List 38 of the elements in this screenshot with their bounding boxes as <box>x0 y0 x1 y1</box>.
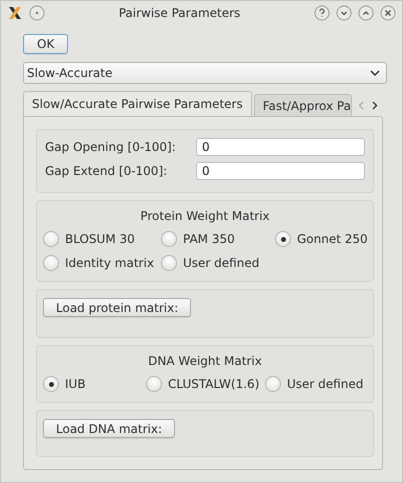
tab[interactable]: Fast/Approx Pa <box>254 94 352 116</box>
app-logo-icon <box>7 4 23 20</box>
load-protein-button[interactable]: Load protein matrix: <box>43 298 192 317</box>
radio-option[interactable]: PAM 350 <box>161 229 275 249</box>
radio-button[interactable] <box>43 255 59 271</box>
maximize-icon[interactable] <box>358 4 374 20</box>
radio-option[interactable]: CLUSTALW(1.6) <box>146 374 265 394</box>
radio-button[interactable] <box>275 231 291 247</box>
field-label: Gap Extend [0-100]: <box>45 164 168 178</box>
radio-option[interactable]: Identity matrix <box>43 253 161 273</box>
radio-option[interactable]: User defined <box>265 374 367 394</box>
ok-button[interactable]: OK <box>23 34 68 54</box>
radio-option[interactable]: BLOSUM 30 <box>43 229 161 249</box>
help-icon[interactable] <box>314 4 330 20</box>
chevron-down-icon <box>370 70 380 76</box>
chevron-left-icon[interactable] <box>358 101 364 110</box>
input-field[interactable]: 0 <box>196 162 365 180</box>
tab[interactable]: Slow/Accurate Pairwise Parameters <box>23 91 252 116</box>
minimize-icon[interactable] <box>336 4 352 20</box>
load-dna-button[interactable]: Load DNA matrix: <box>43 419 176 438</box>
radio-button[interactable] <box>43 376 59 392</box>
field-label: Gap Opening [0-100]: <box>45 140 177 154</box>
radio-option[interactable]: IUB <box>43 374 146 394</box>
radio-option[interactable]: Gonnet 250 <box>275 229 368 249</box>
radio-button[interactable] <box>161 231 177 247</box>
chevron-right-icon[interactable] <box>372 101 378 110</box>
pin-icon[interactable] <box>29 4 45 20</box>
group-title: DNA Weight Matrix <box>147 354 263 368</box>
radio-option[interactable]: User defined <box>161 253 275 273</box>
radio-button[interactable] <box>161 255 177 271</box>
radio-button[interactable] <box>265 376 281 392</box>
input-field[interactable]: 0 <box>196 138 365 156</box>
mode-dropdown[interactable]: Slow-Accurate <box>23 62 387 84</box>
group-title: Protein Weight Matrix <box>139 209 271 223</box>
radio-button[interactable] <box>43 231 59 247</box>
radio-button[interactable] <box>146 376 162 392</box>
close-icon[interactable] <box>380 4 396 20</box>
window-title: Pairwise Parameters <box>118 6 242 20</box>
